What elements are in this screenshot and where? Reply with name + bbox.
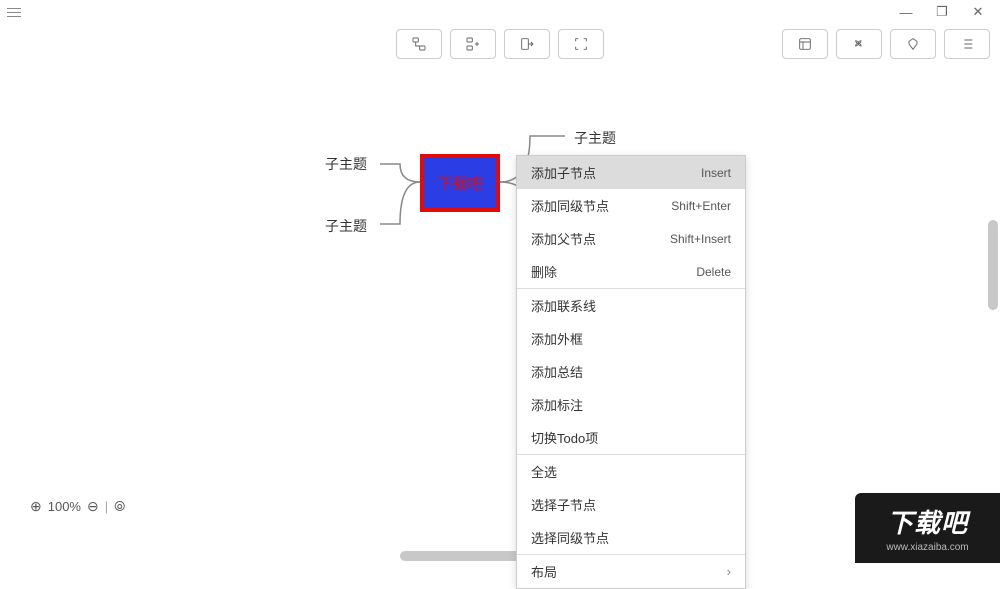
insert-sibling-button[interactable]	[450, 29, 496, 59]
subtopic-node[interactable]: 子主题	[325, 154, 367, 174]
watermark-text: 下载吧	[887, 503, 968, 540]
context-menu-label: 添加父节点	[531, 229, 596, 248]
context-menu-label: 添加同级节点	[531, 196, 609, 215]
context-menu-item[interactable]: 切换Todo项	[517, 421, 745, 454]
context-menu-shortcut: Delete	[696, 265, 731, 279]
context-menu-label: 添加外框	[531, 329, 583, 348]
context-menu-shortcut: Shift+Enter	[671, 199, 731, 213]
theme-button[interactable]	[782, 29, 828, 59]
context-menu-label: 添加联系线	[531, 296, 596, 315]
watermark: 下载吧 www.xiazaiba.com	[855, 493, 1000, 563]
horizontal-scrollbar[interactable]	[400, 551, 520, 561]
zoom-out-icon[interactable]: ⊖	[87, 498, 99, 515]
outline-button[interactable]	[944, 29, 990, 59]
style-button[interactable]	[890, 29, 936, 59]
context-menu-label: 选择子节点	[531, 495, 596, 514]
menu-icon[interactable]	[4, 2, 24, 22]
window-controls: — ❐ ✕	[888, 0, 996, 24]
minimize-button[interactable]: —	[888, 0, 924, 24]
context-menu-item[interactable]: 添加外框	[517, 322, 745, 355]
mindmap-canvas[interactable]: 子主题 子主题 子主题 下载吧	[0, 64, 984, 523]
zoom-controls: ⊕ 100% ⊖ | ⦾	[30, 498, 125, 515]
context-menu-item[interactable]: 添加父节点 Shift+Insert	[517, 222, 745, 255]
context-menu-item[interactable]: 添加标注	[517, 388, 745, 421]
context-menu-label: 删除	[531, 262, 557, 281]
focus-button[interactable]	[558, 29, 604, 59]
context-menu-item[interactable]: 添加联系线	[517, 289, 745, 322]
context-menu-item[interactable]: 全选	[517, 455, 745, 488]
context-menu-label: 添加标注	[531, 395, 583, 414]
context-menu-item[interactable]: 布局 ›	[517, 555, 745, 588]
subtopic-node[interactable]: 子主题	[325, 216, 367, 236]
context-menu-item[interactable]: 删除 Delete	[517, 255, 745, 288]
close-button[interactable]: ✕	[960, 0, 996, 24]
context-menu-item[interactable]: 添加总结	[517, 355, 745, 388]
chevron-right-icon: ›	[727, 564, 731, 579]
watermark-url: www.xiazaiba.com	[886, 542, 968, 553]
zoom-value: 100%	[48, 499, 81, 514]
vertical-scrollbar[interactable]	[988, 220, 998, 310]
context-menu-label: 切换Todo项	[531, 428, 598, 447]
context-menu-label: 选择同级节点	[531, 528, 609, 547]
maximize-button[interactable]: ❐	[924, 0, 960, 24]
connectors	[0, 64, 984, 523]
context-menu-label: 添加总结	[531, 362, 583, 381]
subtopic-node[interactable]: 子主题	[574, 128, 616, 148]
insert-child-button[interactable]	[396, 29, 442, 59]
zoom-in-icon[interactable]: ⊕	[30, 498, 42, 515]
context-menu-shortcut: Shift+Insert	[670, 232, 731, 246]
context-menu-item[interactable]: 添加同级节点 Shift+Enter	[517, 189, 745, 222]
context-menu-item[interactable]: 选择同级节点	[517, 521, 745, 554]
context-menu-shortcut: Insert	[701, 166, 731, 180]
shortcuts-button[interactable]	[836, 29, 882, 59]
context-menu-label: 布局	[531, 562, 557, 581]
center-node[interactable]: 下载吧	[420, 154, 500, 212]
context-menu: 添加子节点 Insert 添加同级节点 Shift+Enter 添加父节点 Shift+I…	[516, 155, 746, 589]
toolbar	[0, 24, 1000, 64]
context-menu-item[interactable]: 添加子节点 Insert	[517, 156, 745, 189]
zoom-reset-icon[interactable]: ⦾	[114, 498, 125, 515]
export-button[interactable]	[504, 29, 550, 59]
zoom-separator: |	[105, 499, 108, 514]
context-menu-label: 全选	[531, 462, 557, 481]
context-menu-item[interactable]: 选择子节点	[517, 488, 745, 521]
context-menu-label: 添加子节点	[531, 163, 596, 182]
